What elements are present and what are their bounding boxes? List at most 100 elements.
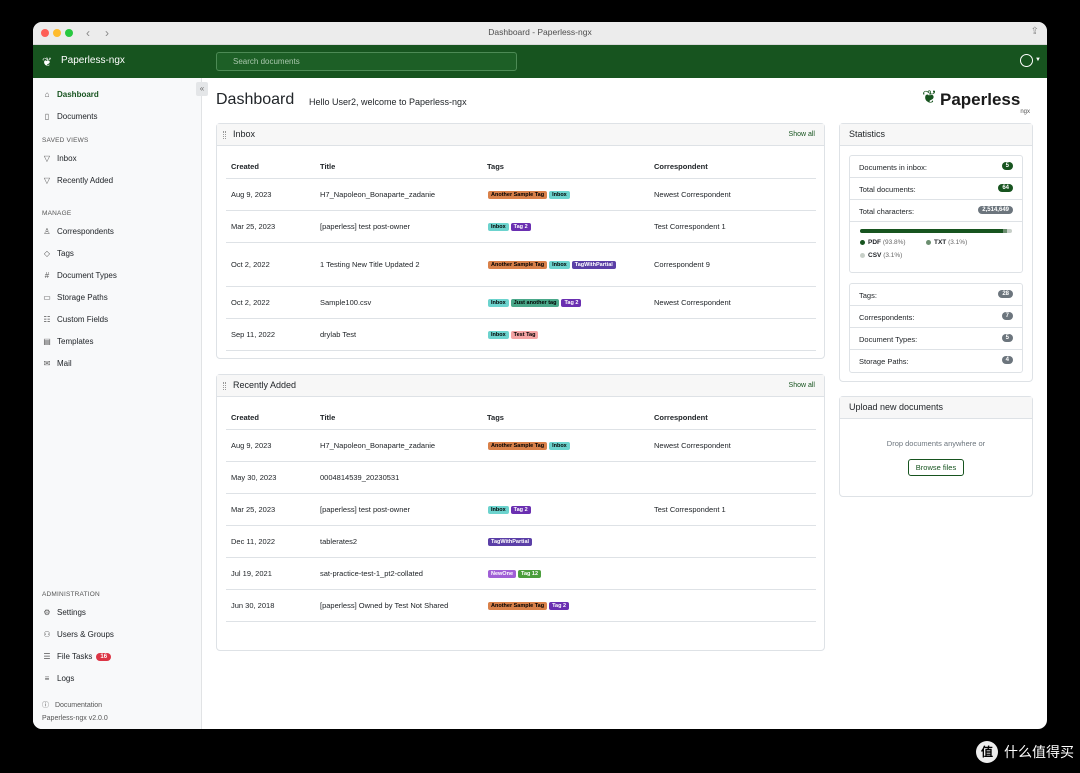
table-row[interactable]: May 30, 2023 0004814539_20230531 [226, 461, 816, 494]
stat-tags[interactable]: Tags: 28 [850, 284, 1022, 306]
sidebar-item-users-groups[interactable]: ⚇ Users & Groups [42, 630, 114, 639]
table-row[interactable]: Jul 19, 2021 sat-practice-test-1_pt2-coll… [226, 557, 816, 590]
tag-badge[interactable]: Tag 2 [561, 298, 582, 307]
sidebar-item-recently-added-view[interactable]: ▽ Recently Added [42, 176, 113, 185]
count-badge: 2,514,649 [978, 206, 1013, 214]
cell-title: [paperless] test post-owner [315, 210, 482, 243]
question-circle-icon: ⓘ [42, 702, 49, 709]
sidebar-item-tags[interactable]: ◇ Tags [42, 249, 74, 258]
column-header[interactable]: Tags [482, 156, 649, 179]
gear-icon: ⚙ [43, 608, 51, 617]
column-header[interactable]: Correspondent [649, 407, 816, 430]
sidebar-item-mail[interactable]: ✉ Mail [42, 359, 72, 368]
chevron-down-icon[interactable]: ▼ [1035, 57, 1041, 63]
count-badge: 28 [998, 290, 1013, 298]
tag-badge[interactable]: Inbox [488, 222, 509, 231]
cell-title: drylab Test [315, 318, 482, 351]
table-row[interactable]: Aug 9, 2023 H7_Napoleon_Bonaparte_zadanie… [226, 178, 816, 211]
house-icon: ⌂ [44, 90, 50, 99]
app-window: ‹ › Dashboard - Paperless-ngx ⇪ ❦ Paperl… [33, 22, 1047, 729]
show-all-link[interactable]: Show all [789, 131, 815, 138]
cell-created: Sep 11, 2022 [226, 318, 315, 351]
cell-tags: Another Sample Tag Inbox [482, 178, 649, 211]
upload-widget: Upload new documents Drop documents anyw… [839, 396, 1033, 497]
stat-total-documents[interactable]: Total documents: 64 [850, 178, 1022, 200]
file-text-icon: ▤ [43, 337, 51, 346]
column-header[interactable]: Title [315, 407, 482, 430]
column-header[interactable]: Created [226, 156, 315, 179]
cell-created: May 30, 2023 [226, 461, 315, 494]
tag-badge[interactable]: Tag 2 [549, 601, 570, 610]
table-row[interactable]: Sep 11, 2022 drylab Test Inbox Test Tag [226, 318, 816, 351]
cell-created: Mar 25, 2023 [226, 493, 315, 526]
tag-badge[interactable]: Inbox [549, 190, 570, 199]
search-input[interactable]: Search documents [216, 52, 517, 71]
inbox-widget: Inbox Show all Created Title Tags Corres… [216, 123, 825, 359]
tag-badge[interactable]: Another Sample Tag [488, 441, 548, 450]
tag-badge[interactable]: TagWithPartial [488, 537, 533, 546]
legend-item-txt: TXT (3.1%) [926, 239, 967, 246]
sidebar-item-storage-paths[interactable]: ▭ Storage Paths [42, 293, 107, 302]
show-all-link[interactable]: Show all [789, 382, 815, 389]
sidebar-item-settings[interactable]: ⚙ Settings [42, 608, 86, 617]
sidebar-item-correspondents[interactable]: ♙ Correspondents [42, 227, 114, 236]
table-row[interactable]: Mar 25, 2023 [paperless] test post-owner I… [226, 210, 816, 243]
cell-tags: Inbox Tag 2 [482, 210, 649, 243]
tag-badge[interactable]: Inbox [488, 298, 509, 307]
paperless-logo: ❦ Paperless ngx [922, 87, 1030, 115]
legend-item-pdf: PDF (93.8%) [860, 239, 906, 246]
tag-badge[interactable]: Tag 12 [518, 569, 542, 578]
tag-badge[interactable]: TagWithPartial [571, 260, 616, 269]
cell-correspondent: Test Correspondent 1 [649, 493, 816, 526]
column-header[interactable]: Tags [482, 407, 649, 430]
documentation-link[interactable]: ⓘ Documentation [42, 700, 102, 710]
sidebar-item-inbox-view[interactable]: ▽ Inbox [42, 154, 77, 163]
sidebar-item-file-tasks[interactable]: ☰ File Tasks 16 [42, 652, 112, 661]
table-row[interactable]: Oct 2, 2022 1 Testing New Title Updated 2… [226, 242, 816, 287]
file-type-breakdown: PDF (93.8%) TXT (3.1%) CSV (3.1%) [850, 222, 1022, 274]
stat-document-types[interactable]: Document Types: 5 [850, 328, 1022, 350]
cell-tags: Inbox Test Tag [482, 318, 649, 351]
table-row[interactable]: Oct 2, 2022 Sample100.csv Inbox Just anothe… [226, 286, 816, 319]
sidebar-item-dashboard[interactable]: ⌂ Dashboard [42, 90, 99, 99]
tag-badge[interactable]: Tag 2 [510, 505, 531, 514]
drag-handle-icon[interactable] [223, 131, 226, 139]
cell-created: Oct 2, 2022 [226, 286, 315, 319]
cell-correspondent: Test Correspondent 1 [649, 210, 816, 243]
tag-badge[interactable]: Test Tag [510, 330, 539, 339]
tag-badge[interactable]: Inbox [549, 260, 570, 269]
table-row[interactable]: Aug 9, 2023 H7_Napoleon_Bonaparte_zadanie… [226, 429, 816, 462]
drag-handle-icon[interactable] [223, 382, 226, 390]
tag-badge[interactable]: Inbox [549, 441, 570, 450]
tag-badge[interactable]: Another Sample Tag [488, 601, 548, 610]
table-row[interactable]: Mar 25, 2023 [paperless] test post-owner I… [226, 493, 816, 526]
browse-files-button[interactable]: Browse files [908, 459, 964, 476]
tag-badge[interactable]: Another Sample Tag [488, 260, 548, 269]
column-header[interactable]: Title [315, 156, 482, 179]
tag-badge[interactable]: Another Sample Tag [488, 190, 548, 199]
table-row[interactable]: Jun 30, 2018 [paperless] Owned by Test No… [226, 589, 816, 622]
tag-badge[interactable]: Inbox [488, 330, 509, 339]
legend-dot-icon [860, 253, 865, 258]
stat-storage-paths[interactable]: Storage Paths: 4 [850, 350, 1022, 372]
stat-documents-in-inbox[interactable]: Documents in inbox: 5 [850, 156, 1022, 178]
sidebar-item-logs[interactable]: ≡ Logs [42, 674, 75, 683]
sidebar: « ⌂ Dashboard ▯ Documents SAVED VIEWS ▽ … [33, 78, 208, 729]
tag-badge[interactable]: Tag 2 [510, 222, 531, 231]
column-header[interactable]: Correspondent [649, 156, 816, 179]
stat-total-characters: Total characters: 2,514,649 [850, 200, 1022, 222]
sidebar-item-documents[interactable]: ▯ Documents [42, 112, 98, 121]
brand-name[interactable]: Paperless-ngx [61, 55, 125, 66]
user-avatar-icon[interactable] [1020, 54, 1033, 67]
share-icon[interactable]: ⇪ [1031, 26, 1039, 37]
column-header[interactable]: Created [226, 407, 315, 430]
tag-badge[interactable]: Inbox [488, 505, 509, 514]
stat-correspondents[interactable]: Correspondents: 7 [850, 306, 1022, 328]
cell-created: Jul 19, 2021 [226, 557, 315, 590]
tag-badge[interactable]: Just another tag [510, 298, 560, 307]
sidebar-item-custom-fields[interactable]: ☷ Custom Fields [42, 315, 108, 324]
tag-badge[interactable]: NewOne [488, 569, 517, 578]
table-row[interactable]: Dec 11, 2022 tablerates2 TagWithPartial [226, 525, 816, 558]
sidebar-item-templates[interactable]: ▤ Templates [42, 337, 93, 346]
sidebar-item-document-types[interactable]: # Document Types [42, 271, 117, 280]
